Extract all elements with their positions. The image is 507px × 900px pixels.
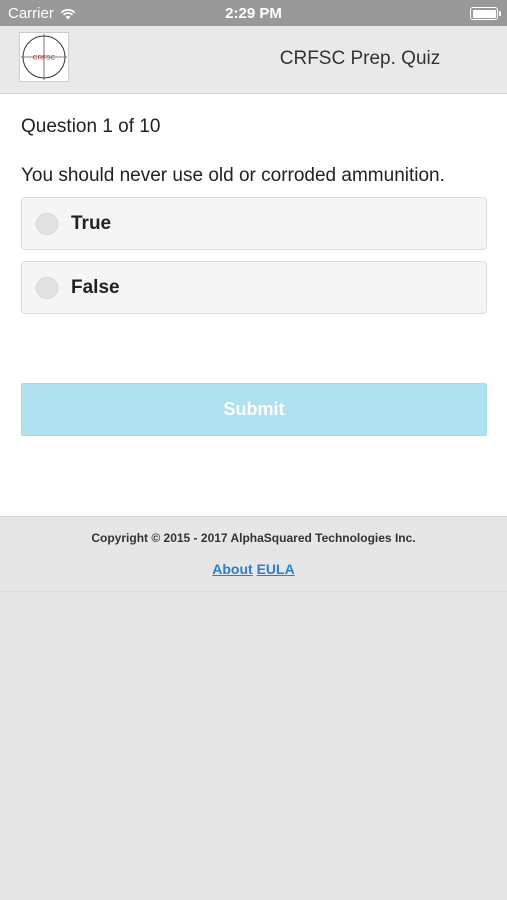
radio-button-true[interactable]	[36, 213, 58, 235]
status-bar: Carrier 2:29 PM	[0, 0, 507, 26]
option-true[interactable]: True	[21, 197, 487, 250]
option-false[interactable]: False	[21, 261, 487, 314]
footer: Copyright © 2015 - 2017 AlphaSquared Tec…	[0, 516, 507, 592]
clock: 2:29 PM	[225, 5, 282, 22]
battery-icon	[470, 7, 501, 20]
app-header: CRFSC CRFSC Prep. Quiz	[0, 26, 507, 94]
question-progress: Question 1 of 10	[21, 116, 161, 137]
page-title: CRFSC Prep. Quiz	[279, 48, 441, 69]
question-text: You should never use old or corroded amm…	[21, 165, 445, 186]
submit-button[interactable]: Submit	[21, 383, 487, 436]
option-label-false: False	[71, 277, 120, 298]
eula-link[interactable]: EULA	[257, 561, 295, 577]
quiz-card: Question 1 of 10 You should never use ol…	[0, 94, 507, 516]
crosshair-icon: CRFSC	[21, 34, 67, 80]
logo-text: CRFSC	[33, 55, 56, 62]
crfsc-logo: CRFSC	[19, 32, 69, 82]
about-link[interactable]: About	[212, 561, 252, 577]
empty-background	[0, 592, 507, 900]
option-label-true: True	[71, 213, 112, 234]
radio-button-false[interactable]	[36, 277, 58, 299]
copyright-text: Copyright © 2015 - 2017 AlphaSquared Tec…	[91, 531, 416, 545]
footer-links: About EULA	[0, 561, 507, 577]
